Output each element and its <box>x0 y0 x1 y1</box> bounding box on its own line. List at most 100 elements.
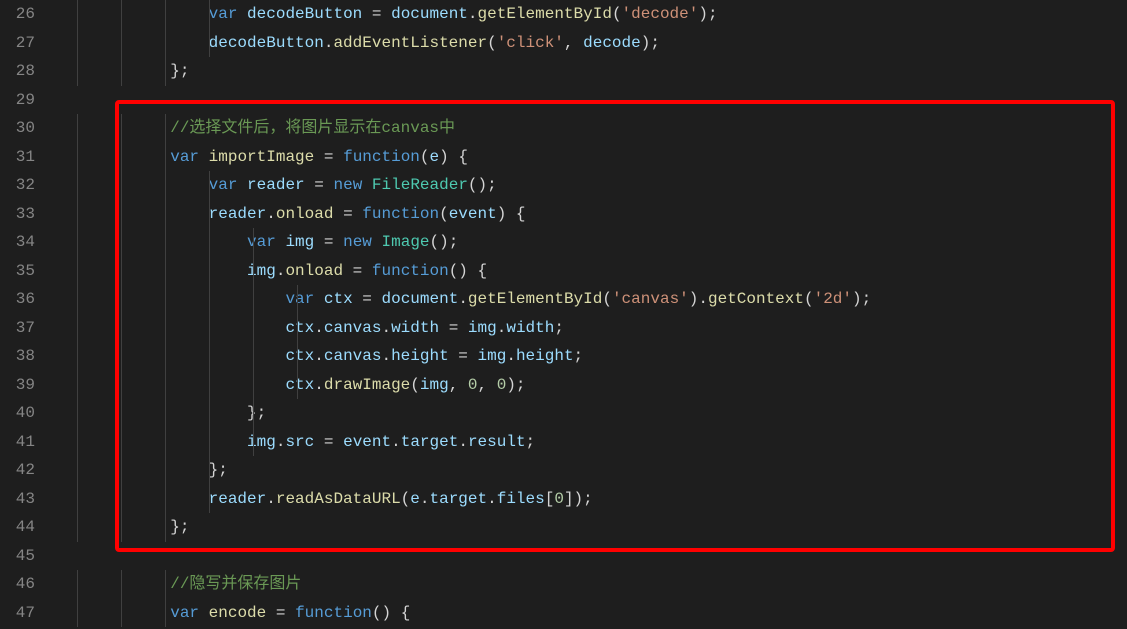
code-line[interactable]: var ctx = document.getElementById('canva… <box>55 285 1127 314</box>
token-punct: [ <box>545 490 555 508</box>
token-punct: ); <box>698 5 717 23</box>
token-prop: canvas <box>324 319 382 337</box>
code-line[interactable]: img.src = event.target.result; <box>55 428 1127 457</box>
indent-guide <box>77 29 78 58</box>
token-var: e <box>410 490 420 508</box>
token-fn: onload <box>276 205 334 223</box>
indent-guide <box>209 456 210 485</box>
indent-guide <box>121 114 122 143</box>
code-area[interactable]: var decodeButton = document.getElementBy… <box>55 0 1127 629</box>
code-line[interactable]: var decodeButton = document.getElementBy… <box>55 0 1127 29</box>
indent-guide <box>253 399 254 428</box>
token-punct: . <box>266 490 276 508</box>
line-number: 43 <box>10 485 35 514</box>
token-punct: ( <box>487 34 497 52</box>
indent-guide <box>121 314 122 343</box>
indent-guide <box>209 0 210 29</box>
line-number: 38 <box>10 342 35 371</box>
code-line[interactable]: }; <box>55 513 1127 542</box>
token-op: = <box>353 262 363 280</box>
indent-guide <box>165 428 166 457</box>
token-punct: }; <box>170 518 189 536</box>
token-punct: . <box>506 347 516 365</box>
token-num: 0 <box>554 490 564 508</box>
token-var: img <box>285 233 314 251</box>
code-line[interactable]: }; <box>55 57 1127 86</box>
indent-guide <box>121 200 122 229</box>
code-line[interactable]: ctx.canvas.width = img.width; <box>55 314 1127 343</box>
token-punct: . <box>458 290 468 308</box>
code-line[interactable]: var importImage = function(e) { <box>55 143 1127 172</box>
token-kw: var <box>209 5 238 23</box>
token-punct: ; <box>574 347 584 365</box>
indent-guide <box>209 342 210 371</box>
token-punct: ( <box>612 5 622 23</box>
code-line[interactable]: var reader = new FileReader(); <box>55 171 1127 200</box>
token-prop: width <box>391 319 439 337</box>
code-line[interactable]: //选择文件后，将图片显示在canvas中 <box>55 114 1127 143</box>
indent-guide <box>121 513 122 542</box>
indent-guide <box>253 228 254 257</box>
token-punct: ); <box>852 290 871 308</box>
indent-guide <box>77 599 78 628</box>
indent-guide <box>165 314 166 343</box>
token-prop: target <box>401 433 459 451</box>
token-var: event <box>343 433 391 451</box>
token-var: decode <box>583 34 641 52</box>
line-number: 27 <box>10 29 35 58</box>
code-line[interactable]: reader.onload = function(event) { <box>55 200 1127 229</box>
code-line[interactable]: img.onload = function() { <box>55 257 1127 286</box>
indent-guide <box>165 29 166 58</box>
token-prop: target <box>430 490 488 508</box>
indent-guide <box>165 114 166 143</box>
code-line[interactable] <box>55 542 1127 571</box>
token-kw: function <box>362 205 439 223</box>
token-fn: addEventListener <box>333 34 487 52</box>
token-str: 'canvas' <box>612 290 689 308</box>
token-var: reader <box>209 205 267 223</box>
code-line[interactable]: ctx.canvas.height = img.height; <box>55 342 1127 371</box>
code-line[interactable]: reader.readAsDataURL(e.target.files[0]); <box>55 485 1127 514</box>
token-fn: getElementById <box>468 290 602 308</box>
indent-guide <box>297 342 298 371</box>
line-number: 30 <box>10 114 35 143</box>
token-kw: function <box>343 148 420 166</box>
indent-guide <box>297 285 298 314</box>
line-number: 46 <box>10 570 35 599</box>
indent-guide <box>165 200 166 229</box>
token-punct: ]); <box>564 490 593 508</box>
indent-guide <box>121 228 122 257</box>
indent-guide <box>77 285 78 314</box>
token-prop: result <box>468 433 526 451</box>
code-line[interactable]: //隐写并保存图片 <box>55 570 1127 599</box>
code-line[interactable]: }; <box>55 456 1127 485</box>
token-var: img <box>420 376 449 394</box>
code-line[interactable]: var encode = function() { <box>55 599 1127 628</box>
indent-guide <box>165 228 166 257</box>
code-line[interactable] <box>55 86 1127 115</box>
token-fn: getContext <box>708 290 804 308</box>
indent-guide <box>165 285 166 314</box>
indent-guide <box>121 485 122 514</box>
indent-guide <box>209 285 210 314</box>
code-line[interactable]: decodeButton.addEventListener('click', d… <box>55 29 1127 58</box>
token-kw: var <box>170 604 199 622</box>
token-punct: ). <box>689 290 708 308</box>
indent-guide <box>121 257 122 286</box>
token-prop: height <box>516 347 574 365</box>
line-number: 41 <box>10 428 35 457</box>
line-number: 29 <box>10 86 35 115</box>
indent-guide <box>209 428 210 457</box>
code-line[interactable]: var img = new Image(); <box>55 228 1127 257</box>
token-fn: importImage <box>209 148 315 166</box>
code-editor[interactable]: 2627282930313233343536373839404142434445… <box>0 0 1127 629</box>
code-line[interactable]: }; <box>55 399 1127 428</box>
code-line[interactable]: ctx.drawImage(img, 0, 0); <box>55 371 1127 400</box>
token-var: reader <box>209 490 267 508</box>
indent-guide <box>121 371 122 400</box>
indent-guide <box>253 314 254 343</box>
token-prop: src <box>285 433 314 451</box>
indent-guide <box>209 485 210 514</box>
token-kw: function <box>295 604 372 622</box>
indent-guide <box>209 228 210 257</box>
